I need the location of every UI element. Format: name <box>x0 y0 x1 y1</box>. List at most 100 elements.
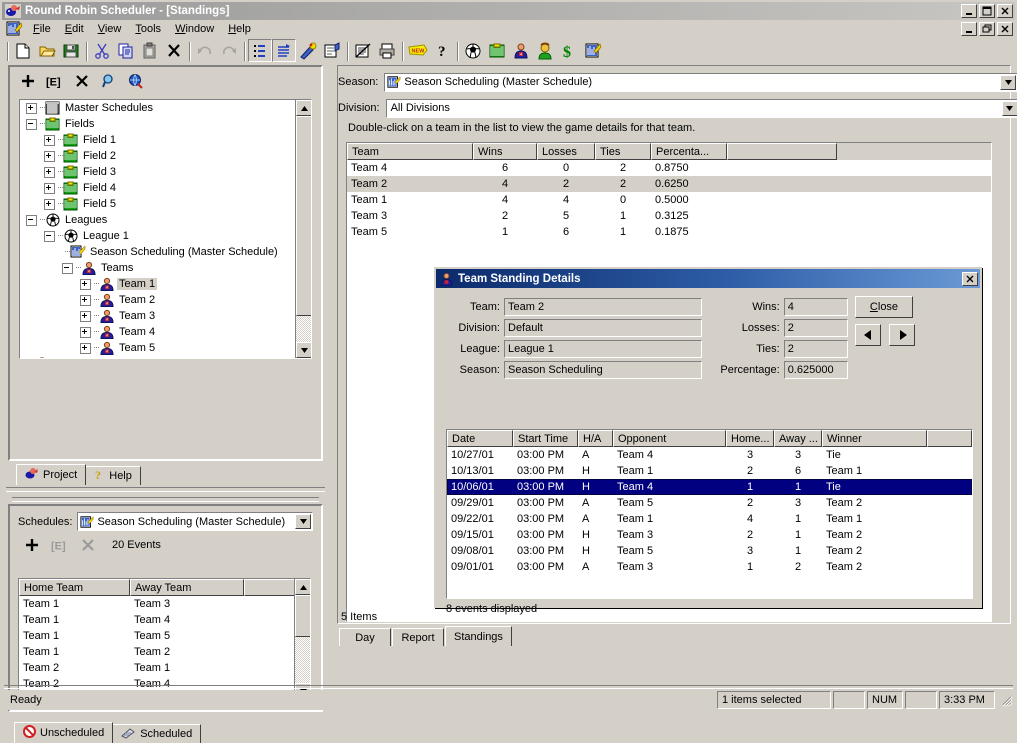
column-header[interactable]: H/A <box>578 430 613 447</box>
menu-file[interactable]: File <box>26 22 58 36</box>
table-row[interactable]: Team 1 4 4 0 0.5000 <box>347 192 991 208</box>
tree-scroll-down-button[interactable] <box>296 342 311 358</box>
copy-icon[interactable] <box>114 39 138 62</box>
expand-plus-icon[interactable] <box>44 150 55 162</box>
dialog-close-icon[interactable] <box>962 271 978 286</box>
paste-icon[interactable] <box>138 39 162 62</box>
dialog-events-grid[interactable]: Date Start Time H/A Opponent Home... Away ...… <box>446 429 973 599</box>
soccer-ball-icon[interactable] <box>461 39 485 62</box>
expand-plus-icon[interactable] <box>44 166 55 178</box>
tab-project[interactable]: Project <box>16 464 87 485</box>
unscheduled-events-grid[interactable]: Home Team Away Team Team 1 Team 3 Team 1 Tea… <box>18 578 311 700</box>
maximize-button[interactable] <box>979 4 995 18</box>
menu-help[interactable]: Help <box>221 22 258 36</box>
column-header[interactable] <box>727 143 837 160</box>
open-folder-icon[interactable] <box>35 39 59 62</box>
new-document-icon[interactable] <box>11 39 35 62</box>
table-row[interactable]: Team 1 Team 5 <box>19 628 310 644</box>
dialog-field-value[interactable]: 2 <box>783 339 848 358</box>
menu-window[interactable]: Window <box>168 22 221 36</box>
expand-plus-icon[interactable] <box>80 342 91 354</box>
column-header[interactable]: Home Team <box>19 579 130 596</box>
table-row[interactable]: 09/01/01 03:00 PM A Team 3 1 2 Team 2 <box>447 559 972 575</box>
tree-item[interactable]: Season Scheduling (Master Schedule) <box>20 244 297 260</box>
column-header[interactable]: Start Time <box>513 430 578 447</box>
tree-item[interactable]: 4 Team 3 <box>20 308 297 324</box>
dialog-field-value[interactable]: Season Scheduling <box>504 360 702 379</box>
unscheduled-scroll-up-button[interactable] <box>295 579 310 595</box>
column-header[interactable] <box>927 430 972 447</box>
collapse-minus-icon[interactable] <box>26 214 37 226</box>
detail-view-icon[interactable] <box>272 39 296 62</box>
project-tree[interactable]: Master Schedules Fields Field 1 Field 2 Fiel… <box>19 99 312 359</box>
tree-item[interactable]: Master Schedules <box>20 100 297 116</box>
column-header[interactable]: Losses <box>537 143 595 160</box>
contact-icon[interactable] <box>533 39 557 62</box>
table-row[interactable]: Team 4 6 0 2 0.8750 <box>347 160 991 176</box>
delete-x-icon[interactable] <box>78 535 98 555</box>
report-icon[interactable] <box>351 39 375 62</box>
mdi-restore-button[interactable] <box>979 22 995 36</box>
expand-plus-icon[interactable] <box>44 134 55 146</box>
document-icon[interactable] <box>6 21 23 37</box>
column-header[interactable]: Winner <box>822 430 927 447</box>
edit-bracket-icon[interactable]: [E] <box>50 535 70 555</box>
tree-item[interactable]: 4 Team 2 <box>20 292 297 308</box>
dialog-field-value[interactable]: Default <box>504 318 702 337</box>
collapse-minus-icon[interactable] <box>26 118 37 130</box>
collapse-minus-icon[interactable] <box>62 262 73 274</box>
unscheduled-scroll-thumb[interactable] <box>295 595 310 637</box>
table-row[interactable]: Team 5 1 6 1 0.1875 <box>347 224 991 240</box>
expand-plus-icon[interactable] <box>44 198 55 210</box>
expand-plus-icon[interactable] <box>80 310 91 322</box>
mdi-minimize-button[interactable] <box>961 22 977 36</box>
resize-grip[interactable] <box>999 693 1013 707</box>
print-icon[interactable] <box>375 39 399 62</box>
expand-plus-icon[interactable] <box>80 294 91 306</box>
collapse-minus-icon[interactable] <box>44 230 55 242</box>
cut-scissors-icon[interactable] <box>90 39 114 62</box>
dialog-field-value[interactable]: 4 <box>783 297 848 316</box>
column-header[interactable] <box>244 579 296 596</box>
division-combo[interactable]: All Divisions <box>385 98 1017 118</box>
tree-item[interactable]: Field 5 <box>20 196 297 212</box>
dialog-next-button[interactable] <box>889 324 915 346</box>
table-row[interactable]: Team 1 Team 2 <box>19 644 310 660</box>
expand-plus-icon[interactable] <box>26 102 37 114</box>
chevron-down-icon[interactable] <box>1001 100 1017 116</box>
menu-view[interactable]: View <box>91 22 129 36</box>
tree-scrollbar[interactable] <box>295 100 311 358</box>
tree-item[interactable]: Fields <box>20 116 297 132</box>
globe-search-icon[interactable] <box>126 71 146 91</box>
properties-icon[interactable] <box>320 39 344 62</box>
mdi-close-button[interactable] <box>997 22 1013 36</box>
table-row[interactable]: 09/29/01 03:00 PM A Team 5 2 3 Team 2 <box>447 495 972 511</box>
schedules-combo[interactable]: Season Scheduling (Master Schedule) <box>77 512 313 531</box>
tab-day[interactable]: Day <box>339 628 391 646</box>
add-plus-icon[interactable] <box>18 71 38 91</box>
expand-plus-icon[interactable] <box>80 326 91 338</box>
tree-item[interactable]: 4 Team 4 <box>20 324 297 340</box>
undo-icon[interactable] <box>193 39 217 62</box>
column-header[interactable]: Team <box>347 143 473 160</box>
redo-icon[interactable] <box>217 39 241 62</box>
dialog-field-value[interactable]: 2 <box>783 318 848 337</box>
chevron-down-icon[interactable] <box>1000 74 1017 90</box>
tree-item[interactable]: Field 4 <box>20 180 297 196</box>
tree-item[interactable]: League 1 <box>20 228 297 244</box>
field-icon[interactable] <box>485 39 509 62</box>
unscheduled-scrollbar[interactable] <box>294 579 310 699</box>
add-plus-icon[interactable] <box>22 535 42 555</box>
table-row[interactable]: 09/15/01 03:00 PM H Team 3 2 1 Team 2 <box>447 527 972 543</box>
season-combo[interactable]: Season Scheduling (Master Schedule) <box>384 72 1017 92</box>
dialog-close-button[interactable]: Close <box>855 296 913 318</box>
tree-item[interactable]: Field 2 <box>20 148 297 164</box>
team-icon[interactable]: 4 <box>509 39 533 62</box>
column-header[interactable]: Home... <box>726 430 774 447</box>
table-row[interactable]: Team 1 Team 3 <box>19 596 310 612</box>
table-row[interactable]: 10/13/01 03:00 PM H Team 1 2 6 Team 1 <box>447 463 972 479</box>
save-disk-icon[interactable] <box>59 39 83 62</box>
chevron-down-icon[interactable] <box>295 514 311 529</box>
dialog-prev-button[interactable] <box>855 324 881 346</box>
tree-item[interactable]: Leagues <box>20 212 297 228</box>
